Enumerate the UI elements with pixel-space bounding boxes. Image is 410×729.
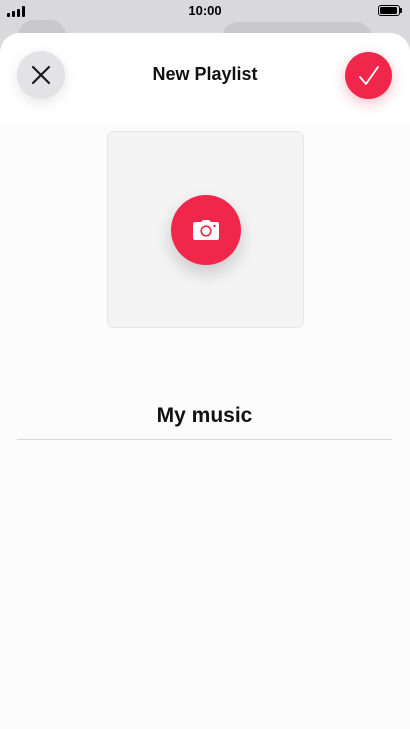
status-bar: 10:00: [0, 0, 410, 22]
checkmark-icon: [358, 65, 379, 85]
status-time: 10:00: [188, 3, 222, 18]
new-playlist-sheet: New Playlist: [0, 33, 410, 729]
add-photo-button[interactable]: [171, 195, 241, 265]
camera-icon: [193, 220, 219, 240]
playlist-name-input[interactable]: [17, 393, 392, 439]
screen: 10:00 New Playlist: [0, 0, 410, 729]
done-button[interactable]: [345, 52, 392, 99]
divider: [17, 439, 392, 440]
battery-full-icon: [378, 5, 402, 16]
playlist-artwork: [107, 131, 304, 328]
